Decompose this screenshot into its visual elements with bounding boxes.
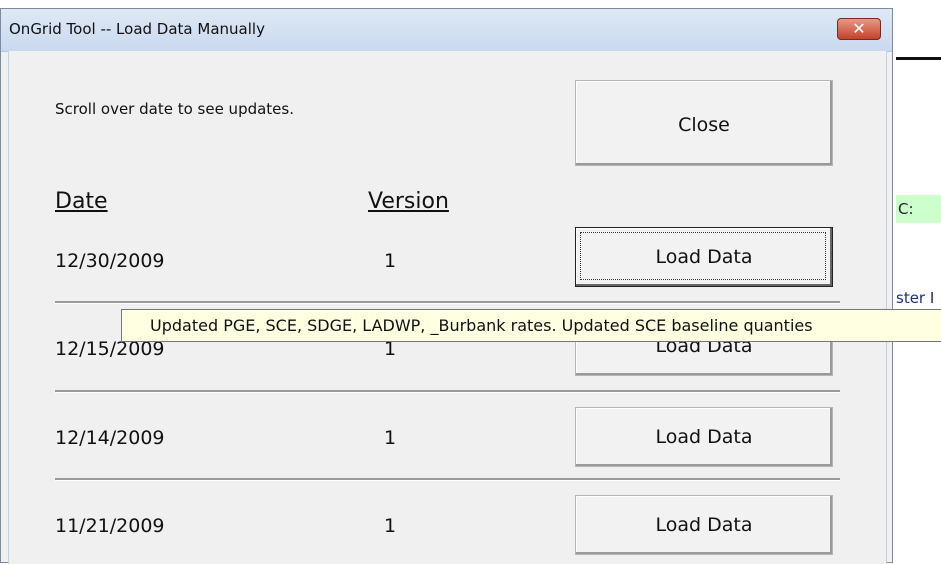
load-data-button[interactable]: Load Data [575,495,833,555]
load-data-button[interactable]: Load Data [575,227,833,287]
title-bar[interactable]: OnGrid Tool -- Load Data Manually ✕ [1,9,892,52]
close-button[interactable]: Close [575,80,833,166]
window-title: OnGrid Tool -- Load Data Manually [9,20,265,38]
row-date[interactable]: 12/14/2009 [55,427,165,449]
background-cell-text: C: [898,200,914,218]
background-border-line [896,57,941,60]
date-column-header: Date [55,189,108,214]
row-separator [55,478,840,481]
load-data-button[interactable]: Load Data [575,407,833,467]
row-version: 1 [384,515,397,537]
row-version: 1 [384,427,397,449]
background-link-text: ster I [896,289,935,307]
update-tooltip: Updated PGE, SCE, SDGE, LADWP, _Burbank … [121,309,941,342]
instruction-text: Scroll over date to see updates. [55,100,294,118]
row-version: 1 [384,250,397,272]
row-date[interactable]: 12/30/2009 [55,250,165,272]
close-window-button[interactable]: ✕ [837,18,881,40]
version-column-header: Version [368,189,449,214]
row-separator [55,301,840,304]
focus-ring [580,232,826,280]
close-icon: ✕ [852,19,866,38]
row-date[interactable]: 11/21/2009 [55,515,165,537]
row-separator [55,390,840,393]
